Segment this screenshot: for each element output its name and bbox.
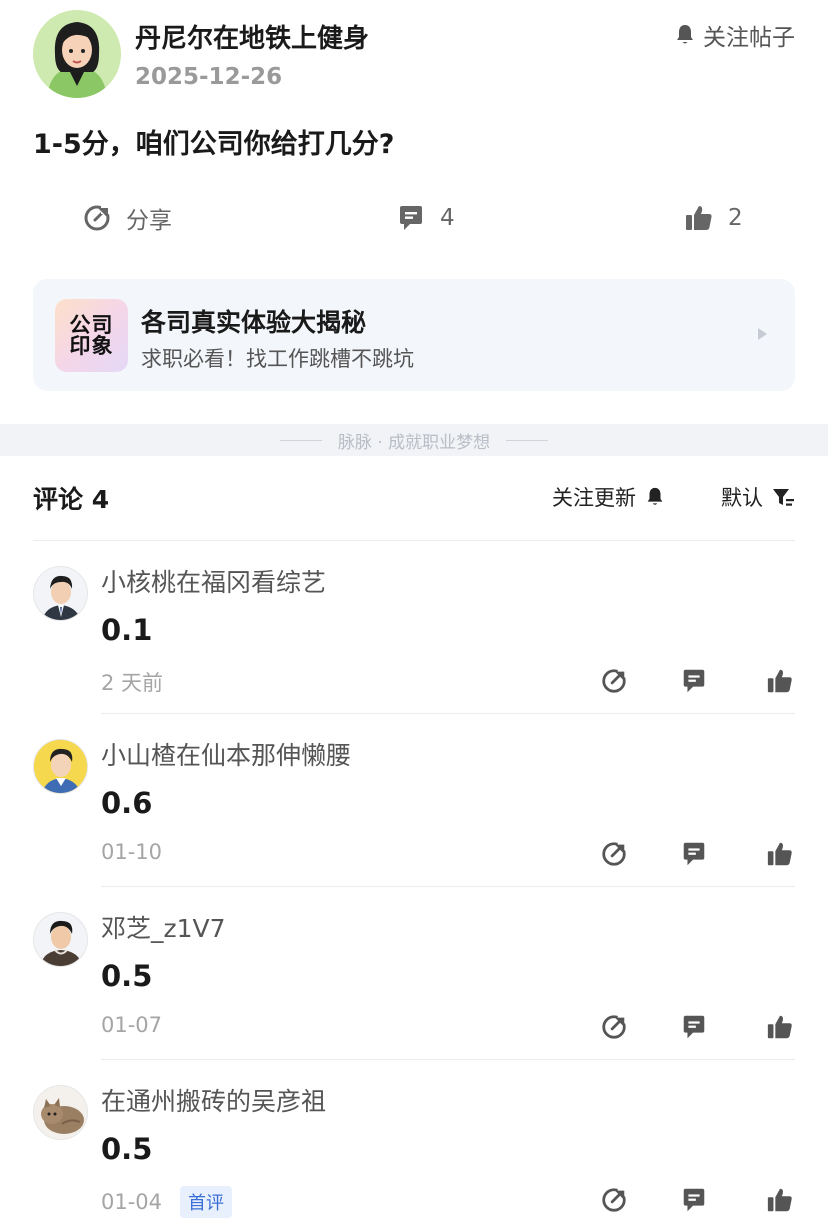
chevron-right-icon	[758, 328, 767, 340]
comments-title: 评论 4	[33, 485, 110, 514]
commenter-avatar[interactable]	[33, 1085, 88, 1140]
share-icon[interactable]	[600, 840, 628, 868]
commenter-avatar[interactable]	[33, 739, 88, 794]
sort-label: 默认	[721, 486, 763, 510]
comment-meta: 01-07	[101, 1013, 162, 1037]
comment-meta: 01-10	[101, 840, 162, 864]
reply-icon[interactable]	[680, 840, 708, 868]
thumbs-up-icon	[686, 206, 712, 230]
commenter-name[interactable]: 在通州搬砖的吴彦祖	[101, 1082, 326, 1118]
comment-time: 01-07	[101, 1013, 163, 1037]
reply-icon[interactable]	[680, 1186, 708, 1214]
comment-item: 邓芝_z1V7 0.5 01-07	[0, 887, 828, 1060]
post-date: 2025-12-26	[135, 64, 283, 90]
comment-icon	[400, 206, 422, 230]
share-icon[interactable]	[600, 1186, 628, 1214]
comment-text: 0.5	[101, 959, 153, 993]
bell-icon	[677, 25, 693, 44]
slogan-divider-left	[279, 439, 322, 441]
post-header: 丹尼尔在地铁上健身 2025-12-26 关注帖子	[33, 10, 795, 100]
comment-meta: 01-04 首评	[101, 1186, 233, 1218]
reply-icon[interactable]	[680, 1013, 708, 1041]
comment-time: 01-10	[101, 840, 163, 864]
comment-item: 在通州搬砖的吴彦祖 0.5 01-04 首评	[0, 1060, 828, 1226]
author-name[interactable]: 丹尼尔在地铁上健身	[135, 18, 369, 55]
share-label: 分享	[126, 208, 172, 234]
comment-time: 01-04	[101, 1190, 163, 1214]
thumbs-up-icon[interactable]	[766, 1186, 794, 1214]
like-count: 2	[728, 205, 743, 231]
comment-item: 小核桃在福冈看综艺 0.1 2 天前	[0, 541, 828, 714]
follow-updates-button[interactable]: 关注更新	[552, 482, 666, 512]
like-button[interactable]: 2	[684, 194, 743, 242]
thumbs-up-icon[interactable]	[766, 1013, 794, 1041]
logo-line-1: 公司	[69, 312, 114, 337]
commenter-name[interactable]: 小核桃在福冈看综艺	[101, 563, 326, 599]
promo-title: 各司真实体验大揭秘	[141, 308, 367, 337]
reply-icon[interactable]	[680, 667, 708, 695]
follow-updates-label: 关注更新	[552, 486, 636, 510]
commenter-name[interactable]: 邓芝_z1V7	[101, 909, 226, 945]
slogan-divider-right	[506, 439, 549, 441]
filter-sort-icon	[773, 489, 794, 506]
commenter-avatar[interactable]	[33, 912, 88, 967]
comment-text: 0.6	[101, 786, 153, 820]
commenter-name[interactable]: 小山楂在仙本那伸懒腰	[101, 736, 351, 772]
comment-item: 小山楂在仙本那伸懒腰 0.6 01-10	[0, 714, 828, 887]
comment-text: 0.5	[101, 1132, 153, 1166]
comment-count: 4	[440, 205, 455, 231]
company-impression-card[interactable]: 公司 印象 各司真实体验大揭秘 求职必看！找工作跳槽不跳坑	[33, 279, 795, 391]
comments-header: 评论 4 关注更新 默认	[33, 478, 795, 518]
bell-icon	[647, 487, 663, 505]
share-icon[interactable]	[600, 1013, 628, 1041]
follow-post-label: 关注帖子	[703, 25, 795, 51]
thumbs-up-icon[interactable]	[766, 667, 794, 695]
comment-meta: 2 天前	[101, 667, 163, 697]
author-avatar[interactable]	[33, 10, 121, 98]
logo-line-2: 印象	[69, 333, 114, 358]
share-button[interactable]: 分享	[82, 194, 172, 242]
comment-time: 2 天前	[101, 671, 164, 695]
share-icon	[84, 204, 111, 231]
commenter-avatar[interactable]	[33, 566, 88, 621]
comment-text: 0.1	[101, 613, 153, 647]
first-comment-badge: 首评	[180, 1186, 233, 1218]
comment-button[interactable]: 4	[396, 194, 455, 242]
slogan-band: 脉脉 · 成就职业梦想	[0, 424, 828, 456]
company-impression-logo: 公司 印象	[55, 299, 128, 372]
post-action-bar: 分享 4 2	[0, 194, 828, 242]
share-icon[interactable]	[600, 667, 628, 695]
post-content: 1-5分，咱们公司你给打几分?	[33, 129, 395, 160]
slogan-text: 脉脉 · 成就职业梦想	[337, 432, 491, 453]
thumbs-up-icon[interactable]	[766, 840, 794, 868]
promo-subtitle: 求职必看！找工作跳槽不跳坑	[141, 347, 414, 371]
sort-dropdown[interactable]: 默认	[721, 482, 795, 512]
follow-post-button[interactable]: 关注帖子	[673, 18, 795, 52]
